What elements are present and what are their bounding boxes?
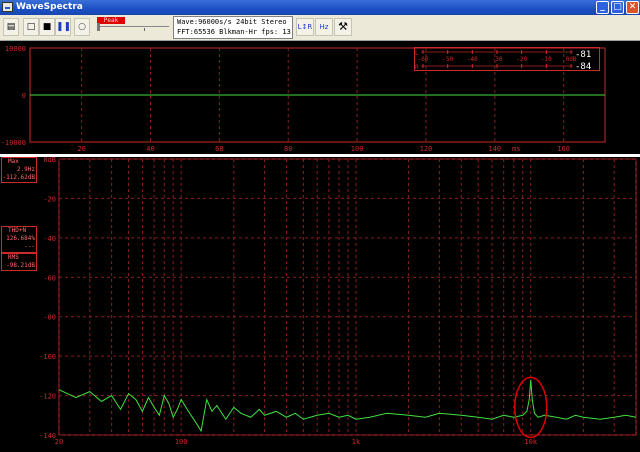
meter-tick-label: -50: [442, 56, 453, 63]
pause-icon[interactable]: ❚❚: [55, 18, 71, 36]
meter-tick-label: -40: [467, 56, 478, 63]
maximize-button[interactable]: □: [611, 1, 624, 14]
rms-label: RMS: [8, 254, 19, 261]
rms-readout: RMS -98.21dB: [1, 253, 37, 271]
settings-wrench-icon[interactable]: ⚒: [334, 18, 352, 36]
peak-hold-indicator[interactable]: Peak Hold: [97, 17, 125, 24]
meter-tick-label: -10: [541, 56, 552, 63]
waveform-y-tick-label: 10000: [5, 45, 26, 53]
rms-value: -98.21dB: [6, 262, 35, 269]
spectrum-panel: 0dB -20 -40 -60 -80 -100 -120 -140 20 100 1k 10k Ma…: [0, 156, 640, 448]
level-slider-thumb[interactable]: [97, 23, 100, 31]
waveform-x-unit-label: ms: [512, 145, 520, 153]
meter-tick-label: -20: [516, 56, 527, 63]
max-freq: 2.9Hz: [16, 166, 35, 173]
wave-format-text: Wave:96000s/s 24bit Stereo: [177, 18, 287, 26]
waveform-y-tick-label: -10000: [1, 139, 26, 147]
meter-left-value: -81: [575, 50, 591, 60]
meter-ticks: -60 -50 -40 -30 -20 -10 0dB: [418, 50, 577, 68]
spectrum-y-tick-label: -100: [39, 353, 56, 361]
meter-right-value: -84: [575, 62, 591, 70]
stop-icon[interactable]: ■: [39, 18, 55, 36]
spectrum-x-tick-label: 1k: [352, 438, 361, 446]
app-icon: [2, 2, 13, 12]
meter-tick-label: -30: [492, 56, 503, 63]
level-meter-scale: L R -60 -50 -40 -30 -20 -10 0dB -81 -84: [415, 50, 591, 72]
waveform-x-tick-label: 60: [215, 145, 223, 153]
waveform-panel: 20 40 60 80 100 120 140 160 10000 0 -10000 ms L R -…: [0, 41, 640, 154]
level-slider-track[interactable]: [97, 26, 169, 27]
spectrum-y-tick-label: -20: [43, 195, 56, 203]
spectrum-x-tick-label: 10k: [524, 438, 537, 446]
max-readout: Max 2.9Hz -112.62dB: [1, 157, 37, 183]
meter-right-channel-label: R: [415, 64, 419, 70]
waveform-x-tick-label: 100: [351, 145, 364, 153]
waveform-y-tick-label: 0: [22, 92, 26, 100]
spectrum-x-tick-label: 20: [55, 438, 63, 446]
channel-lr-icon[interactable]: L↕R: [296, 18, 314, 36]
minimize-button[interactable]: _: [596, 1, 609, 14]
wave-info-box: Wave:96000s/s 24bit Stereo FFT:65536 Blk…: [173, 16, 293, 39]
spectrum-y-tick-label: 0dB: [43, 157, 56, 164]
record-icon[interactable]: ○: [74, 18, 90, 36]
waveform-x-tick-label: 40: [146, 145, 154, 153]
spectrum-y-tick-label: -80: [43, 314, 56, 322]
thd-sub: ---: [24, 243, 35, 250]
spectrum-y-tick-label: -140: [39, 432, 56, 440]
app-window: WaveSpectra _ □ ✕ ▤ □ ■ ❚❚ ○ Peak Hold W…: [0, 0, 640, 448]
thd-readout: THD+N 126.684% ---: [1, 226, 37, 253]
toolbar: ▤ □ ■ ❚❚ ○ Peak Hold Wave:96000s/s 24bit…: [0, 15, 640, 41]
close-button[interactable]: ✕: [626, 1, 639, 14]
freq-scale-icon[interactable]: Hz: [315, 18, 333, 36]
spectrum-x-tick-label: 100: [175, 438, 188, 446]
waveform-x-tick-label: 80: [284, 145, 292, 153]
title-bar[interactable]: WaveSpectra _ □ ✕: [0, 0, 640, 15]
waveform-x-tick-label: 120: [420, 145, 433, 153]
new-icon[interactable]: □: [23, 18, 39, 36]
open-icon[interactable]: ▤: [3, 18, 19, 36]
meter-tick-label: -60: [418, 56, 429, 63]
level-meter: L R -60 -50 -40 -30 -20 -10 0dB -81 -84: [414, 47, 600, 72]
max-level: -112.62dB: [2, 174, 35, 181]
slider-tick: [144, 28, 145, 31]
thd-value: 126.684%: [6, 235, 35, 242]
spectrum-y-tick-label: -40: [43, 235, 56, 243]
max-label: Max: [8, 158, 19, 165]
fft-info-text: FFT:65536 Blkman-Hr fps:: [177, 28, 279, 36]
fps-value: 13: [282, 28, 291, 36]
window-title: WaveSpectra: [16, 2, 83, 12]
thd-label: THD+N: [8, 227, 27, 234]
waveform-x-tick-label: 20: [77, 145, 85, 153]
waveform-x-tick-label: 140: [488, 145, 501, 153]
spectrum-y-tick-label: -120: [39, 393, 56, 401]
spectrum-y-tick-label: -60: [43, 274, 56, 282]
spectrum-chart: 0dB -20 -40 -60 -80 -100 -120 -14020 100 1k 10k: [39, 156, 637, 446]
waveform-x-tick-label: 160: [557, 145, 570, 153]
